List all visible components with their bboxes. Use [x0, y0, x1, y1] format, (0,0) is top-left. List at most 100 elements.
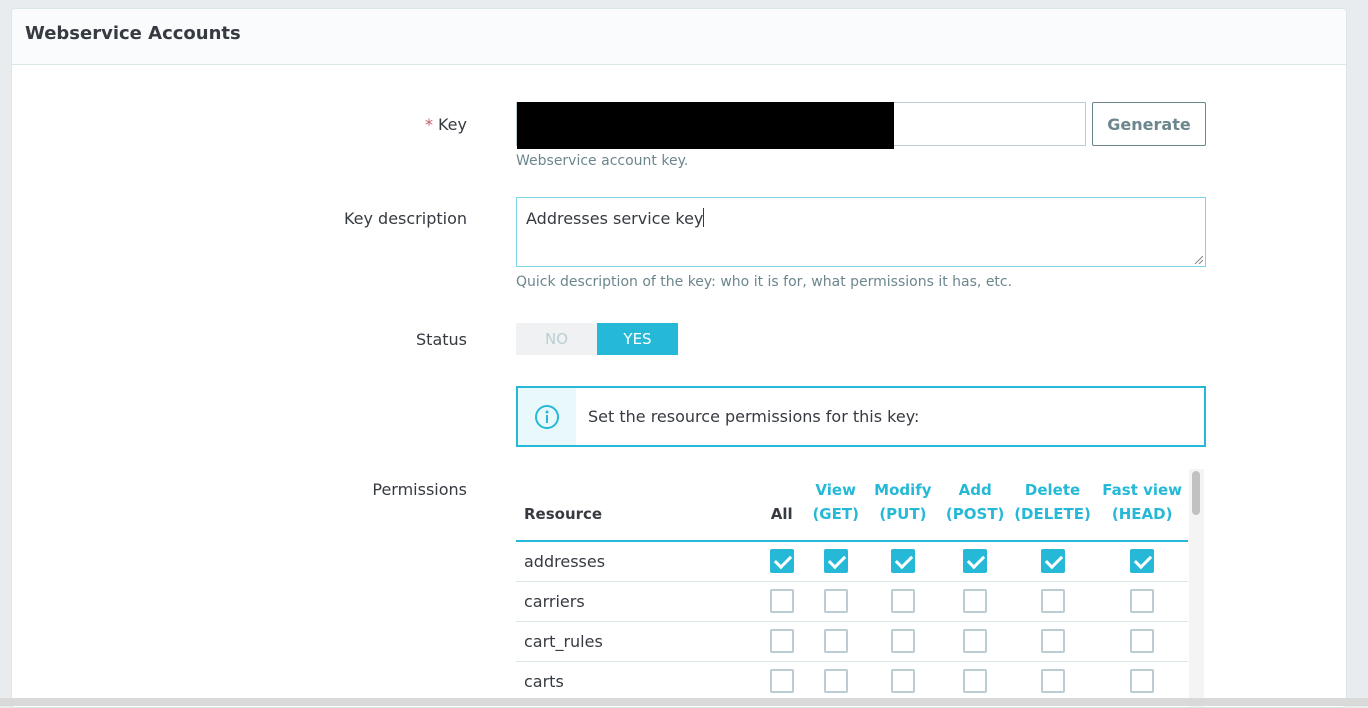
checkbox-delete[interactable]: [1040, 669, 1065, 693]
column-all: All: [756, 469, 808, 542]
resource-name: addresses: [516, 541, 757, 582]
checkbox-view[interactable]: [823, 589, 848, 613]
checkbox-modify[interactable]: [890, 669, 915, 693]
checkbox-fast-view[interactable]: [1130, 669, 1155, 693]
permission-cell: [864, 581, 942, 622]
table-row: carriers: [516, 581, 1188, 622]
resize-handle-icon[interactable]: [1194, 255, 1203, 264]
column-delete-method: (DELETE): [1014, 505, 1091, 523]
column-fast-view-label: Fast view: [1102, 481, 1183, 499]
permission-cell: [864, 661, 942, 702]
key-description-textarea[interactable]: Addresses service key: [516, 197, 1206, 267]
column-view[interactable]: View (GET): [807, 469, 865, 542]
table-row: carts: [516, 661, 1188, 702]
resource-name: carriers: [516, 581, 757, 622]
column-modify[interactable]: Modify (PUT): [864, 469, 942, 542]
key-description-help-text: Quick description of the key: who it is …: [516, 274, 1013, 290]
column-fast-view[interactable]: Fast view (HEAD): [1096, 469, 1188, 542]
status-yes-option[interactable]: YES: [597, 323, 678, 355]
permission-cell: [1008, 541, 1097, 582]
permission-cell: [807, 661, 865, 702]
checkbox-fast-view[interactable]: [1130, 629, 1155, 653]
table-row: cart_rules: [516, 621, 1188, 662]
column-view-method: (GET): [812, 505, 859, 523]
permission-cell: [1008, 661, 1097, 702]
alert-text: Set the resource permissions for this ke…: [588, 407, 920, 426]
scrollbar-thumb[interactable]: [1192, 471, 1200, 515]
checkbox-modify[interactable]: [890, 629, 915, 653]
permissions-table-body: addresses carriers cart_rules carts: [516, 541, 1188, 702]
permission-cell: [1096, 661, 1188, 702]
checkbox-add[interactable]: [963, 669, 988, 693]
info-circle-icon: [535, 404, 559, 429]
checkbox-add[interactable]: [963, 549, 988, 574]
column-fast-view-method: (HEAD): [1111, 505, 1173, 523]
column-modify-label: Modify: [874, 481, 932, 499]
permission-cell: [807, 581, 865, 622]
permission-cell: [941, 621, 1009, 662]
permission-cell: [941, 581, 1009, 622]
permission-cell: [1096, 541, 1188, 582]
checkbox-delete[interactable]: [1040, 589, 1065, 613]
checkbox-view[interactable]: [823, 549, 848, 574]
key-description-label: Key description: [343, 209, 467, 228]
info-alert: Set the resource permissions for this ke…: [516, 386, 1206, 447]
checkbox-all[interactable]: [769, 669, 794, 693]
bottom-edge: [0, 698, 1368, 706]
permission-cell: [941, 661, 1009, 702]
checkbox-fast-view[interactable]: [1130, 549, 1155, 574]
redacted-key-value: [517, 102, 894, 149]
key-label-text: Key: [437, 115, 467, 134]
checkbox-delete[interactable]: [1040, 629, 1065, 653]
checkbox-add[interactable]: [963, 629, 988, 653]
status-label: Status: [416, 330, 467, 349]
column-add-label: Add: [958, 481, 992, 499]
permissions-table: Resource All View (GET) Modify (PUT) Add (P…: [516, 469, 1188, 702]
permissions-table-container: Resource All View (GET) Modify (PUT) Add (P…: [516, 469, 1206, 707]
checkbox-modify[interactable]: [890, 589, 915, 613]
column-view-label: View: [815, 481, 856, 499]
permission-cell: [807, 621, 865, 662]
table-row: addresses: [516, 541, 1188, 582]
permission-cell: [756, 541, 808, 582]
table-scrollbar[interactable]: [1189, 469, 1204, 707]
column-add[interactable]: Add (POST): [941, 469, 1009, 542]
permission-cell: [1008, 581, 1097, 622]
checkbox-fast-view[interactable]: [1130, 589, 1155, 613]
key-help-text: Webservice account key.: [516, 153, 689, 169]
checkbox-all[interactable]: [769, 589, 794, 613]
checkbox-modify[interactable]: [890, 549, 915, 574]
permission-cell: [1096, 581, 1188, 622]
permissions-label: Permissions: [372, 480, 467, 499]
permission-cell: [756, 661, 808, 702]
permission-cell: [756, 581, 808, 622]
status-switch[interactable]: NO YES: [516, 323, 678, 355]
webservice-accounts-panel: Webservice Accounts * Key Generate Webser…: [11, 8, 1347, 708]
permission-cell: [807, 541, 865, 582]
resource-name: carts: [516, 661, 757, 702]
status-no-option[interactable]: NO: [516, 323, 597, 355]
generate-button[interactable]: Generate: [1092, 102, 1206, 146]
permissions-header-row: Resource All View (GET) Modify (PUT) Add (P…: [516, 469, 1188, 542]
key-input[interactable]: [516, 102, 1086, 149]
permission-cell: [1096, 621, 1188, 662]
checkbox-add[interactable]: [963, 589, 988, 613]
column-resource: Resource: [516, 469, 757, 542]
panel-title: Webservice Accounts: [12, 9, 1346, 65]
checkbox-view[interactable]: [823, 629, 848, 653]
column-delete[interactable]: Delete (DELETE): [1008, 469, 1097, 542]
permission-cell: [1008, 621, 1097, 662]
column-delete-label: Delete: [1024, 481, 1081, 499]
permission-cell: [864, 621, 942, 662]
required-marker: *: [424, 115, 433, 134]
permission-cell: [941, 541, 1009, 582]
permission-cell: [864, 541, 942, 582]
key-description-value: Addresses service key: [526, 209, 704, 228]
alert-icon-box: [518, 388, 576, 445]
checkbox-delete[interactable]: [1040, 549, 1065, 574]
checkbox-all[interactable]: [769, 549, 794, 574]
key-label: * Key: [12, 115, 467, 134]
permission-cell: [756, 621, 808, 662]
checkbox-all[interactable]: [769, 629, 794, 653]
checkbox-view[interactable]: [823, 669, 848, 693]
